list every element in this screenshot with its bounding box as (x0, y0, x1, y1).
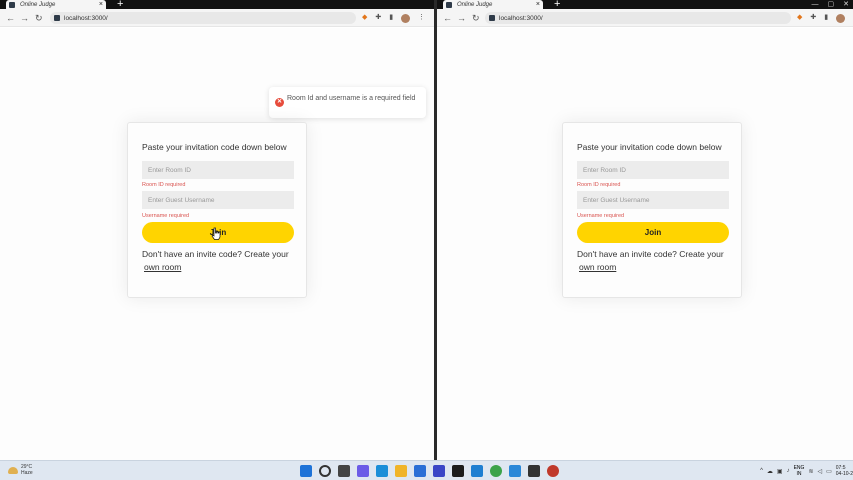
own-room-link[interactable]: own room (144, 262, 181, 272)
extension-icons: ◆ ✚ ▮ ⋮ (797, 11, 853, 25)
own-room-link[interactable]: own room (579, 262, 616, 272)
address-bar-url: localhost:3000/ (64, 14, 108, 22)
language-line2: IN (796, 471, 802, 477)
command-prompt-icon[interactable] (528, 465, 540, 477)
taskbar-clock[interactable]: 07:5 04-10-2 (836, 465, 853, 477)
cloud-icon[interactable]: ☁ (767, 468, 773, 475)
forward-icon[interactable]: → (20, 11, 29, 25)
profile-avatar[interactable] (401, 13, 411, 23)
metamask-extension-icon[interactable]: ◆ (797, 11, 802, 25)
search-icon[interactable] (319, 465, 331, 477)
browser-tab[interactable]: Online Judge × (443, 0, 543, 9)
maximize-icon[interactable]: ▢ (828, 0, 835, 9)
username-error: Username required (577, 213, 625, 219)
tab-title: Online Judge (20, 1, 56, 8)
language-indicator[interactable]: ENG IN (794, 465, 805, 477)
room-id-input[interactable] (577, 161, 729, 179)
error-icon: ✕ (275, 98, 284, 107)
site-icon (489, 15, 495, 21)
browser-toolbar: ← → ↻ localhost:3000/ ◆ ✚ ▮ ⋮ (437, 9, 853, 27)
room-id-error: Room ID required (577, 182, 621, 188)
edge-icon[interactable] (376, 465, 388, 477)
start-menu-icon[interactable] (300, 465, 312, 477)
forward-icon[interactable]: → (457, 11, 466, 25)
browser-window-right: Online Judge × + — ▢ ✕ ← → ↻ localhost:3… (437, 0, 853, 460)
wifi-icon[interactable]: ≋ (808, 468, 813, 475)
close-icon[interactable]: ✕ (843, 0, 849, 9)
card-heading: Paste your invitation code down below (577, 142, 722, 152)
hand-cursor-icon (211, 227, 221, 240)
address-bar[interactable]: localhost:3000/ (50, 12, 356, 24)
todo-icon[interactable] (509, 465, 521, 477)
screen: Online Judge × + ← → ↻ localhost:3000/ ◆… (0, 0, 853, 480)
terminal-icon[interactable] (452, 465, 464, 477)
extension-icons: ◆ ✚ ▮ ⋮ (362, 11, 425, 25)
tab-strip: Online Judge × + — ▢ ✕ (437, 0, 853, 10)
room-id-error: Room ID required (142, 182, 186, 188)
toast-message: Room Id and username is a required field (287, 95, 416, 102)
join-button[interactable]: Join (577, 222, 729, 243)
browser-toolbar: ← → ↻ localhost:3000/ ◆ ✚ ▮ ⋮ (0, 9, 434, 27)
os-taskbar: 29°C Haze ^ ☁ ▣ ♪ ENG IN ≋ ◁ ▭ 07:5 04-1… (0, 460, 853, 480)
clock-date: 04-10-2 (835, 471, 853, 477)
weather-text: 29°C Haze (21, 464, 33, 476)
tab-close-icon[interactable]: × (536, 0, 540, 9)
taskbar-apps (300, 465, 559, 477)
invite-text: Don't have an invite code? Create your o… (577, 248, 737, 274)
tab-title: Online Judge (457, 1, 493, 8)
profile-avatar[interactable] (836, 13, 846, 23)
browser-tab[interactable]: Online Judge × (6, 0, 106, 9)
system-tray: ^ ☁ ▣ ♪ ENG IN ≋ ◁ ▭ 07:5 04-10-2 (760, 465, 853, 477)
volume-icon[interactable]: ◁ (817, 468, 822, 475)
chrome-icon[interactable] (490, 465, 502, 477)
back-icon[interactable]: ← (6, 11, 15, 25)
app-icon[interactable] (547, 465, 559, 477)
join-room-card: Paste your invitation code down below Ro… (562, 122, 742, 298)
microphone-icon[interactable]: ♪ (787, 468, 790, 474)
battery-icon[interactable]: ▭ (826, 468, 832, 475)
card-heading: Paste your invitation code down below (142, 142, 287, 152)
address-bar[interactable]: localhost:3000/ (485, 12, 791, 24)
join-room-card: Paste your invitation code down below Ro… (127, 122, 307, 298)
tab-close-icon[interactable]: × (99, 0, 103, 9)
browser-window-left: Online Judge × + ← → ↻ localhost:3000/ ◆… (0, 0, 434, 460)
chevron-up-icon[interactable]: ^ (760, 468, 763, 474)
minimize-icon[interactable]: — (812, 0, 819, 9)
security-icon[interactable]: ▣ (777, 468, 783, 475)
room-id-input[interactable] (142, 161, 294, 179)
favicon-icon (446, 1, 452, 8)
guest-username-input[interactable] (577, 191, 729, 209)
page-content: ✕ Room Id and username is a required fie… (0, 28, 434, 460)
side-panel-icon[interactable]: ▮ (389, 11, 393, 25)
reload-icon[interactable]: ↻ (35, 11, 43, 25)
guest-username-input[interactable] (142, 191, 294, 209)
vscode-icon[interactable] (471, 465, 483, 477)
invite-prompt: Don't have an invite code? Create your (142, 249, 289, 259)
file-explorer-icon[interactable] (395, 465, 407, 477)
tab-strip: Online Judge × + (0, 0, 434, 10)
reload-icon[interactable]: ↻ (472, 11, 480, 25)
username-error: Username required (142, 213, 190, 219)
visual-studio-icon[interactable] (433, 465, 445, 477)
browser-menu-icon[interactable]: ⋮ (418, 11, 425, 25)
chat-icon[interactable] (357, 465, 369, 477)
invite-text: Don't have an invite code? Create your o… (142, 248, 302, 274)
haze-weather-icon (8, 466, 18, 474)
invite-prompt: Don't have an invite code? Create your (577, 249, 724, 259)
extensions-puzzle-icon[interactable]: ✚ (375, 11, 381, 25)
site-icon (54, 15, 60, 21)
extensions-puzzle-icon[interactable]: ✚ (810, 11, 816, 25)
window-controls: — ▢ ✕ (812, 0, 850, 9)
task-view-icon[interactable] (338, 465, 350, 477)
weather-widget[interactable]: 29°C Haze (8, 464, 33, 476)
back-icon[interactable]: ← (443, 11, 452, 25)
metamask-extension-icon[interactable]: ◆ (362, 11, 367, 25)
error-toast: ✕ Room Id and username is a required fie… (269, 87, 426, 118)
mail-icon[interactable] (414, 465, 426, 477)
address-bar-url: localhost:3000/ (499, 14, 543, 22)
side-panel-icon[interactable]: ▮ (824, 11, 828, 25)
weather-condition: Haze (21, 470, 33, 476)
page-content: Paste your invitation code down below Ro… (437, 28, 853, 460)
favicon-icon (9, 1, 15, 8)
